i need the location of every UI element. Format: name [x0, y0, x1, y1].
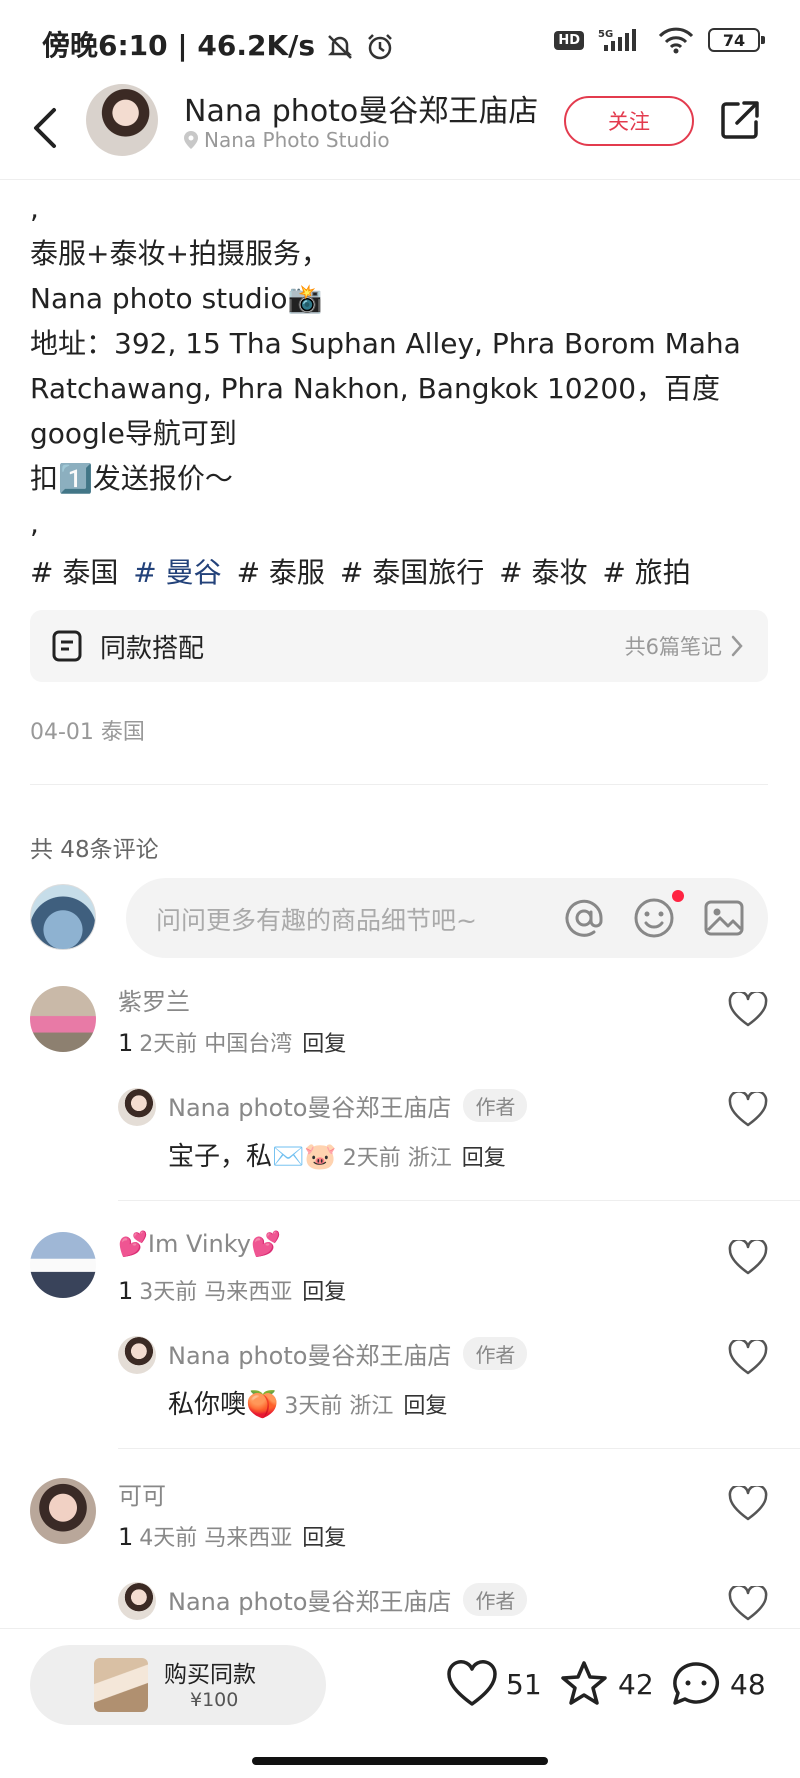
share-icon[interactable]: [718, 98, 762, 142]
replier-name[interactable]: Nana photo曼谷郑王庙店 作者: [168, 1582, 528, 1617]
image-icon[interactable]: [702, 896, 746, 940]
emoji-icon[interactable]: [632, 896, 676, 940]
status-indicators: HD 5G 74: [554, 26, 765, 54]
bottom-action-bar: 购买同款 ¥100 51 42 48: [0, 1628, 800, 1778]
comment-text: 1 4天前 马来西亚 回复: [118, 1523, 347, 1551]
battery-indicator: 74: [708, 28, 765, 52]
commenter-name[interactable]: 可可: [118, 1476, 166, 1511]
post-line: 地址：392, 15 Tha Suphan Alley, Phra Borom …: [30, 327, 741, 360]
replier-name[interactable]: Nana photo曼谷郑王庙店 作者: [168, 1088, 528, 1123]
chevron-right-icon: [731, 635, 743, 657]
post-line: ,: [30, 192, 39, 225]
commenter-name[interactable]: 💕Im Vinky💕: [118, 1230, 281, 1258]
like-heart-icon[interactable]: [728, 1092, 768, 1128]
comment-total: 48: [730, 1667, 766, 1701]
post-line: 泰服+泰妆+拍摄服务，: [30, 237, 329, 270]
post-date-location: 04-01 泰国: [30, 720, 145, 745]
notification-dot: [672, 890, 684, 902]
replier-avatar[interactable]: [118, 1088, 156, 1126]
favorite-count: 42: [618, 1667, 654, 1701]
comment-input[interactable]: 问问更多有趣的商品细节吧~: [126, 878, 768, 958]
status-time-speed: 傍晚6:10 | 46.2K/s: [42, 24, 395, 64]
hashtag[interactable]: # 泰妆: [499, 556, 587, 589]
reply-button[interactable]: 回复: [302, 1280, 346, 1305]
post-line: 扣1️⃣发送报价～: [30, 462, 233, 495]
wifi-icon: [658, 27, 694, 54]
hashtag[interactable]: # 泰服: [237, 556, 325, 589]
my-avatar: [30, 884, 96, 950]
replier-avatar[interactable]: [118, 1582, 156, 1620]
replier-name[interactable]: Nana photo曼谷郑王庙店 作者: [168, 1336, 528, 1371]
like-heart-icon[interactable]: [728, 1586, 768, 1622]
post-line: Ratchawang, Phra Nakhon, Bangkok 10200，百…: [30, 372, 721, 405]
comment-text: 1 3天前 马来西亚 回复: [118, 1277, 347, 1305]
post-content: , 泰服+泰妆+拍摄服务， Nana photo studio📸 地址：392,…: [30, 186, 770, 595]
star-icon: [561, 1661, 607, 1705]
alarm-icon: [367, 34, 392, 60]
commenter-avatar[interactable]: [30, 1232, 96, 1298]
divider: [30, 784, 768, 785]
same-outfit-card[interactable]: 同款搭配 共6篇笔记: [30, 610, 768, 682]
comment-count: 共 48条评论: [30, 837, 159, 863]
reply-button[interactable]: 回复: [462, 1146, 506, 1171]
muted-bell-icon: [327, 35, 352, 59]
signal-icon: 5G: [598, 29, 636, 51]
location-pin-icon: [184, 131, 198, 149]
hashtag[interactable]: # 曼谷: [133, 556, 221, 589]
post-line: google导航可到: [30, 417, 237, 450]
buy-same-button[interactable]: 购买同款 ¥100: [30, 1645, 326, 1725]
header: Nana photo曼谷郑王庙店 Nana Photo Studio 关注: [0, 80, 800, 180]
buy-price: ¥100: [190, 1689, 239, 1711]
product-thumbnail: [94, 1658, 148, 1712]
hd-badge: HD: [554, 30, 584, 50]
location-tag[interactable]: Nana Photo Studio: [184, 128, 390, 152]
comment-placeholder: 问问更多有趣的商品细节吧~: [156, 906, 477, 935]
home-indicator: [252, 1757, 548, 1765]
commenter-name[interactable]: 紫罗兰: [118, 982, 190, 1017]
hashtag[interactable]: # 泰国旅行: [340, 556, 484, 589]
commenter-avatar[interactable]: [30, 1478, 96, 1544]
like-heart-icon[interactable]: [728, 992, 768, 1028]
commenter-avatar[interactable]: [30, 986, 96, 1052]
divider: [118, 1200, 800, 1201]
author-badge: 作者: [463, 1337, 528, 1370]
author-avatar[interactable]: [86, 84, 158, 156]
back-arrow-icon[interactable]: [26, 98, 66, 158]
replier-avatar[interactable]: [118, 1336, 156, 1374]
svg-text:5G: 5G: [598, 29, 613, 40]
mention-icon[interactable]: [562, 896, 606, 940]
divider: [118, 1448, 800, 1449]
hashtag[interactable]: # 旅拍: [602, 556, 690, 589]
hashtag-list: # 泰国 # 曼谷 # 泰服 # 泰国旅行 # 泰妆 # 旅拍: [30, 550, 770, 595]
reply-text: 宝子，私✉️🐷 2天前 浙江 回复: [168, 1142, 506, 1172]
like-heart-icon[interactable]: [728, 1340, 768, 1376]
buy-same-label: 购买同款: [164, 1662, 256, 1688]
like-heart-icon[interactable]: [728, 1486, 768, 1522]
note-icon: [52, 630, 82, 662]
like-button[interactable]: 51: [446, 1659, 542, 1709]
like-count: 51: [506, 1667, 542, 1701]
reply-button[interactable]: 回复: [403, 1394, 447, 1419]
author-badge: 作者: [463, 1089, 528, 1122]
comment-button[interactable]: 48: [670, 1659, 766, 1709]
status-bar: 傍晚6:10 | 46.2K/s HD 5G 74: [0, 0, 800, 80]
same-outfit-label: 同款搭配: [100, 634, 205, 664]
comment-text: 1 2天前 中国台湾 回复: [118, 1029, 347, 1057]
comment-bubble-icon: [673, 1662, 720, 1705]
notes-count: 共6篇笔记: [624, 635, 722, 659]
reply-button[interactable]: 回复: [302, 1526, 346, 1551]
post-line: Nana photo studio📸: [30, 282, 323, 315]
author-name[interactable]: Nana photo曼谷郑王庙店: [184, 86, 538, 130]
reply-button[interactable]: 回复: [302, 1032, 346, 1057]
author-badge: 作者: [463, 1583, 528, 1616]
reply-text: 私你噢🍑 3天前 浙江 回复: [168, 1390, 448, 1420]
favorite-button[interactable]: 42: [558, 1659, 654, 1709]
follow-button[interactable]: 关注: [564, 96, 694, 146]
like-heart-icon[interactable]: [728, 1240, 768, 1276]
heart-icon: [447, 1660, 497, 1706]
hashtag[interactable]: # 泰国: [30, 556, 118, 589]
post-line: ,: [30, 507, 39, 540]
